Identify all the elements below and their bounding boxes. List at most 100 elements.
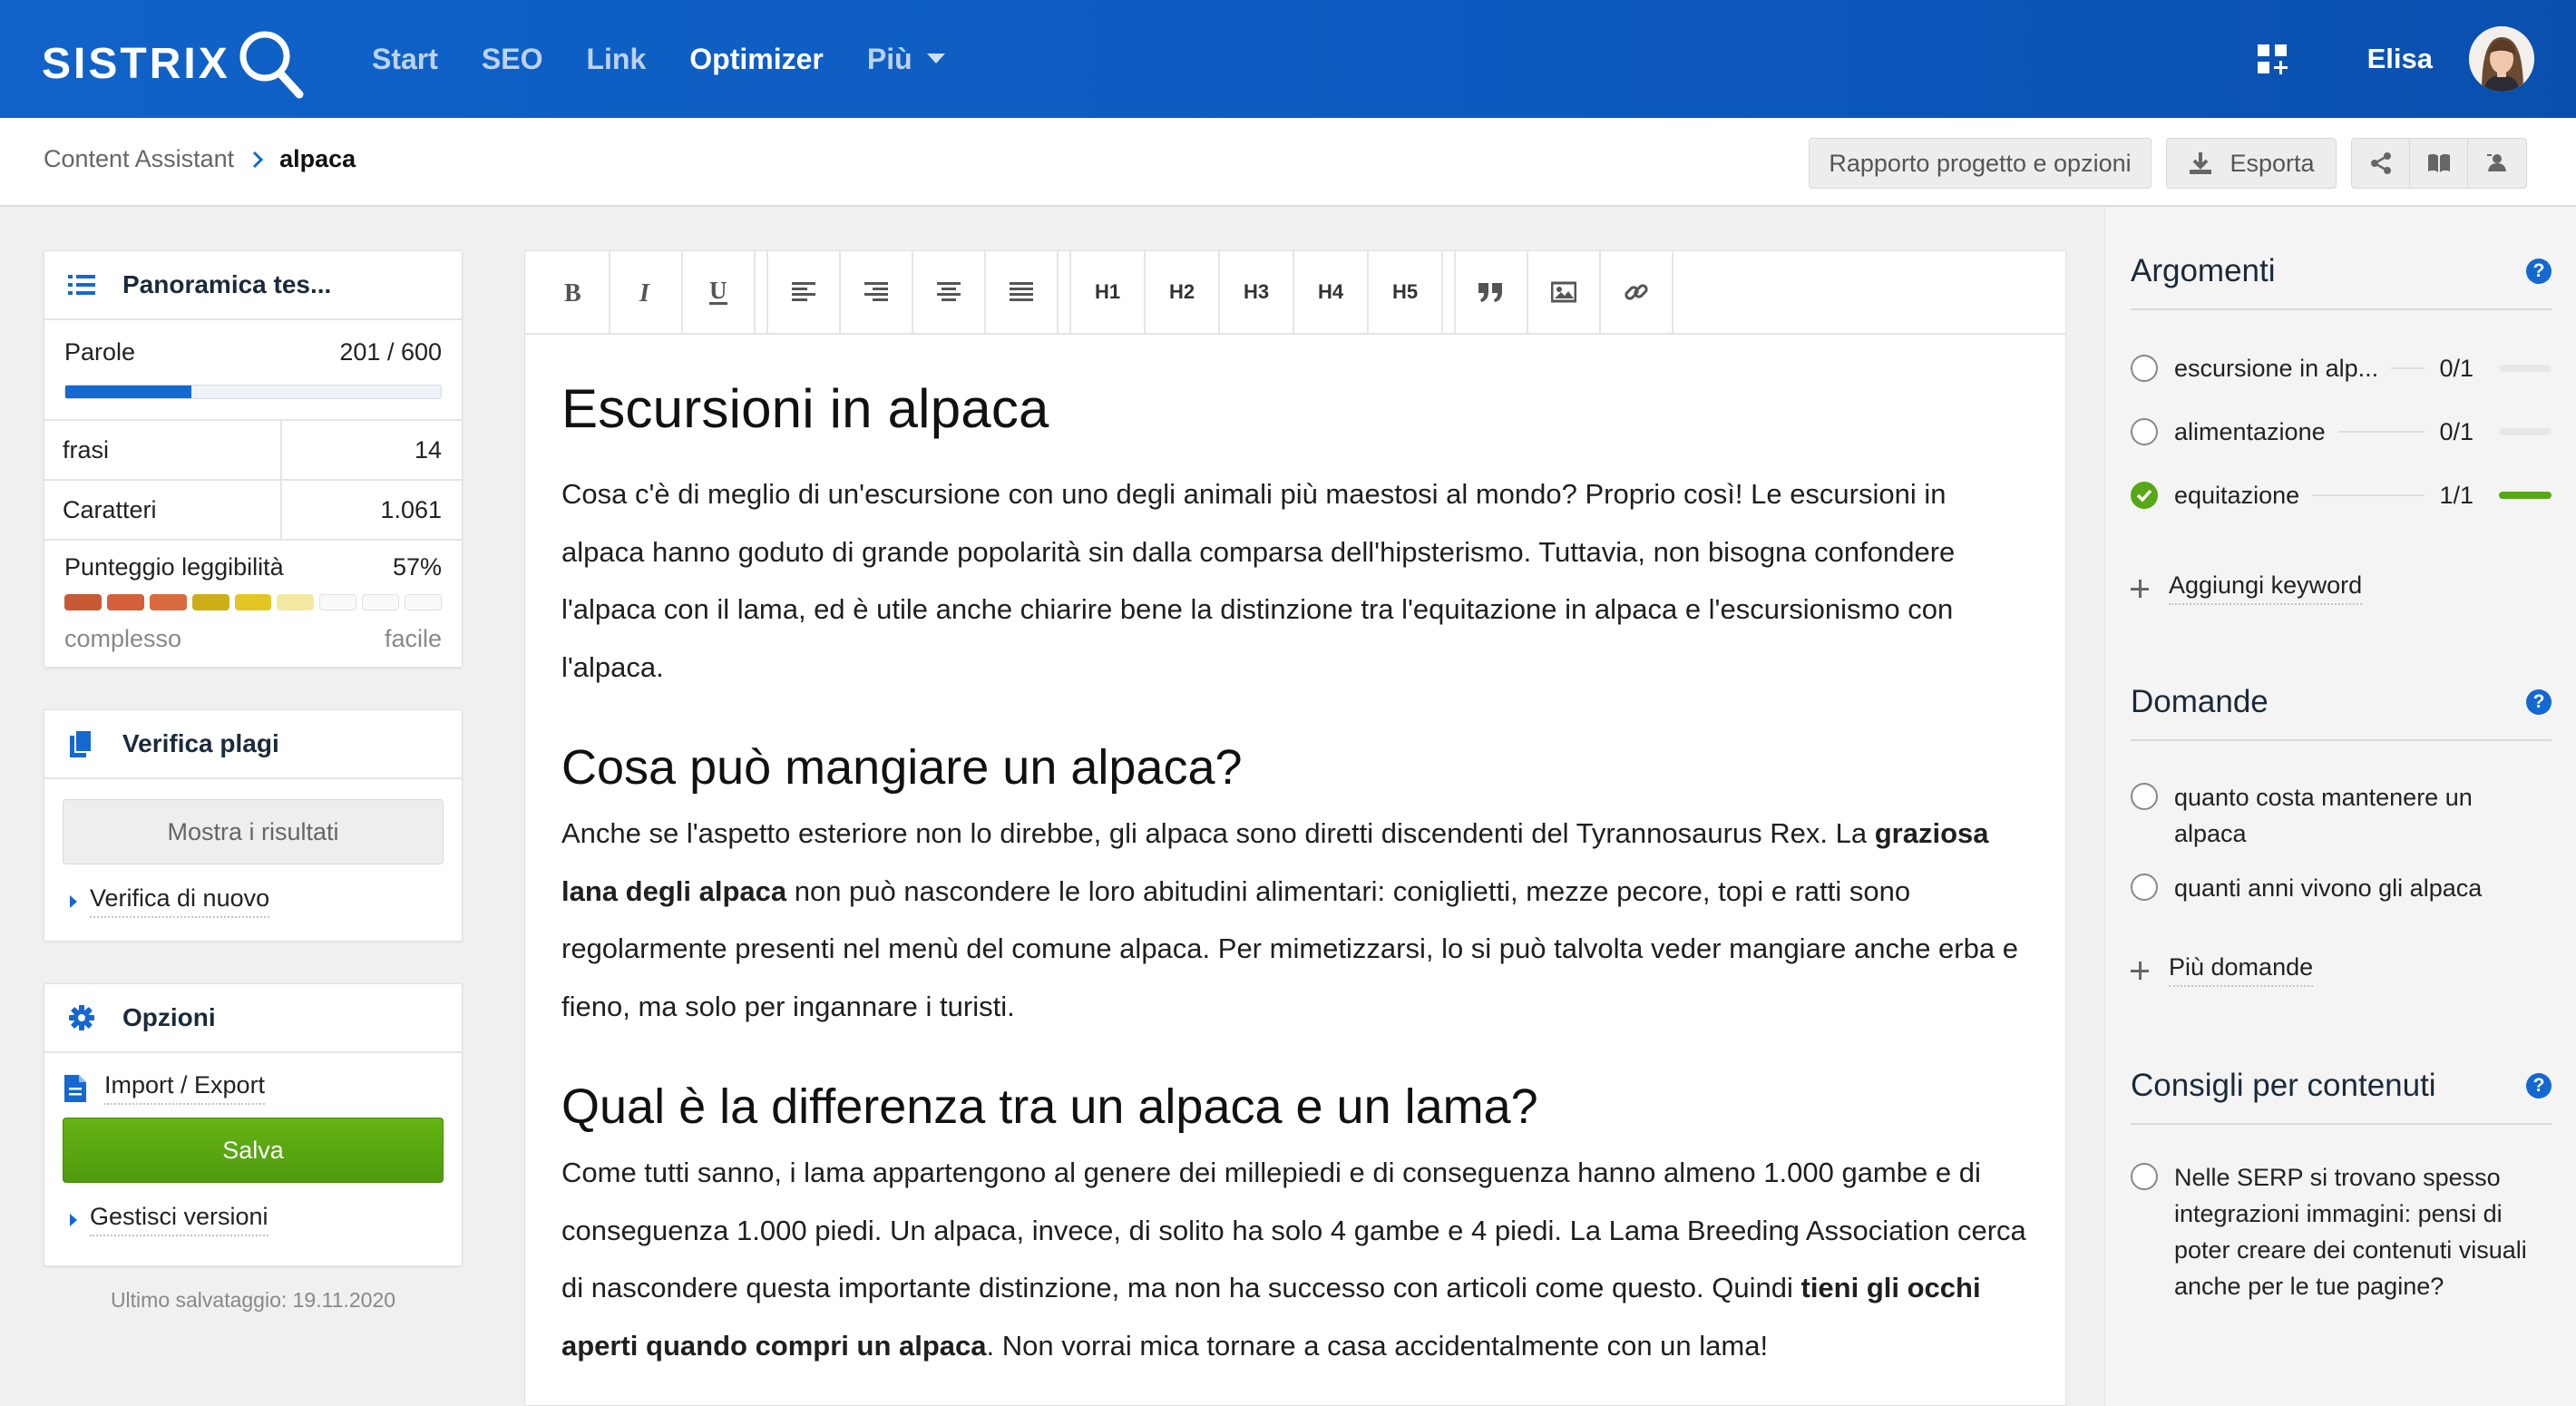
download-icon: [2190, 152, 2212, 174]
align-left-icon: [792, 282, 815, 301]
topic-item[interactable]: equitazione 1/1: [2131, 477, 2552, 513]
radio-icon[interactable]: [2131, 783, 2158, 810]
share-icon: [2370, 152, 2391, 174]
heading4-button[interactable]: H4: [1294, 251, 1369, 333]
readability-segment: [64, 594, 102, 610]
topic-count: 0/1: [2439, 354, 2474, 382]
apps-grid-icon[interactable]: [2257, 44, 2288, 74]
project-report-button[interactable]: Rapporto progetto e opzioni: [1809, 138, 2152, 189]
check-circle-icon[interactable]: [2131, 482, 2158, 509]
readability-segment: [362, 594, 400, 610]
readability-segment: [191, 594, 229, 610]
article-paragraph[interactable]: Cosa c'è di meglio di un'escursione con …: [561, 465, 2029, 696]
show-results-label: Mostra i risultati: [167, 817, 339, 845]
article-paragraph[interactable]: Come tutti sanno, i lama appartengono al…: [561, 1144, 2029, 1374]
breadcrumb-parent[interactable]: Content Assistant: [44, 145, 234, 173]
readability-segment: [405, 594, 443, 610]
help-icon[interactable]: ?: [2526, 689, 2552, 715]
editor-content[interactable]: Escursioni in alpaca Cosa c'è di meglio …: [525, 335, 2065, 1374]
nav-optimizer[interactable]: Optimizer: [689, 43, 824, 76]
add-keyword-link[interactable]: Aggiungi keyword: [2131, 571, 2363, 605]
help-icon[interactable]: ?: [2526, 259, 2552, 284]
nav-link[interactable]: Link: [586, 43, 646, 76]
heading3-button[interactable]: H3: [1220, 251, 1294, 333]
link-icon: [1625, 284, 1648, 300]
radio-icon[interactable]: [2131, 418, 2158, 445]
readability-value: 57%: [392, 553, 442, 581]
italic-button[interactable]: I: [610, 251, 683, 333]
contact-button[interactable]: [2468, 139, 2526, 188]
export-button[interactable]: Esporta: [2166, 138, 2337, 189]
icon-button-group: [2351, 138, 2527, 189]
topic-progress-bar: [2499, 365, 2552, 372]
tip-item[interactable]: Nelle SERP si trovano spesso integrazion…: [2131, 1159, 2552, 1304]
export-label: Esporta: [2230, 149, 2315, 177]
article-title[interactable]: Escursioni in alpaca: [561, 376, 2029, 442]
bold-button[interactable]: B: [538, 251, 610, 333]
align-center-button[interactable]: [913, 251, 986, 333]
breadcrumb-bar: Content Assistant alpaca Rapporto proget…: [0, 118, 2576, 207]
heading1-button[interactable]: H1: [1071, 251, 1146, 333]
help-icon[interactable]: ?: [2526, 1073, 2552, 1098]
more-questions-label: Più domande: [2169, 953, 2314, 987]
topic-progress-bar: [2499, 492, 2552, 499]
recheck-link[interactable]: Verifica di nuovo: [44, 884, 462, 918]
svg-text:U: U: [709, 278, 727, 304]
options-card: Opzioni Import / Export Salva Gestisci v…: [44, 983, 463, 1266]
search-logo-icon: [239, 31, 304, 99]
justify-button[interactable]: [986, 251, 1059, 333]
nav-seo[interactable]: SEO: [482, 43, 543, 76]
quote-button[interactable]: [1456, 251, 1528, 333]
help-book-button[interactable]: [2410, 139, 2468, 188]
topic-item[interactable]: alimentazione 0/1: [2131, 414, 2552, 450]
article-heading[interactable]: Cosa può mangiare un alpaca?: [561, 737, 2029, 797]
breadcrumb-current: alpaca: [279, 145, 356, 172]
article-heading[interactable]: Qual è la differenza tra un alpaca e un …: [561, 1077, 2029, 1137]
options-header[interactable]: Opzioni: [44, 984, 462, 1053]
questions-header: Domande ?: [2131, 665, 2552, 741]
topics-title: Argomenti: [2131, 253, 2276, 288]
avatar[interactable]: [2469, 26, 2534, 92]
topic-item[interactable]: escursione in alp... 0/1: [2131, 350, 2552, 386]
heading5-button[interactable]: H5: [1369, 251, 1443, 333]
heading2-button[interactable]: H2: [1146, 251, 1220, 333]
share-button[interactable]: [2352, 139, 2410, 188]
sentences-label: frasi: [44, 421, 282, 479]
options-title: Opzioni: [122, 1003, 216, 1031]
user-name[interactable]: Elisa: [2367, 43, 2433, 75]
sistrix-logo[interactable]: SISTRIX: [42, 27, 307, 100]
plagiarism-header[interactable]: Verifica plagi: [44, 710, 462, 779]
characters-value: 1.061: [380, 495, 442, 523]
more-questions-link[interactable]: Più domande: [2131, 953, 2314, 987]
radio-icon[interactable]: [2131, 1163, 2158, 1190]
nav-start[interactable]: Start: [372, 43, 438, 76]
book-icon: [2427, 153, 2450, 172]
topic-label: alimentazione: [2174, 417, 2326, 445]
text-overview-header[interactable]: Panoramica tes...: [44, 251, 462, 320]
toolbar-gap: [1059, 251, 1071, 333]
nav-more[interactable]: Più: [867, 43, 945, 76]
radio-icon[interactable]: [2131, 874, 2158, 901]
save-button[interactable]: Salva: [63, 1118, 444, 1183]
topic-divider: [2391, 367, 2425, 369]
align-right-icon: [864, 282, 888, 301]
tips-title: Consigli per contenuti: [2131, 1068, 2436, 1103]
article-paragraph[interactable]: Anche se l'aspetto esteriore non lo dire…: [561, 805, 2029, 1035]
text-overview-title: Panoramica tes...: [122, 270, 332, 298]
show-results-button[interactable]: Mostra i risultati: [63, 799, 444, 864]
add-keyword-label: Aggiungi keyword: [2169, 571, 2363, 605]
align-left-button[interactable]: [768, 251, 841, 333]
align-right-button[interactable]: [841, 251, 913, 333]
question-item[interactable]: quanto costa mantenere un alpaca: [2131, 779, 2552, 852]
manage-versions-link[interactable]: Gestisci versioni: [44, 1203, 462, 1236]
caret-right-icon: [70, 894, 77, 908]
radio-icon[interactable]: [2131, 355, 2158, 382]
image-button[interactable]: [1528, 251, 1601, 333]
align-center-icon: [937, 282, 961, 301]
words-progress-bar: [64, 385, 442, 399]
question-item[interactable]: quanti anni vivono gli alpaca: [2131, 870, 2552, 906]
link-button[interactable]: [1601, 251, 1673, 333]
user-card-icon: [2487, 154, 2506, 171]
underline-button[interactable]: U: [683, 251, 756, 333]
import-export-link[interactable]: Import / Export: [44, 1071, 462, 1105]
